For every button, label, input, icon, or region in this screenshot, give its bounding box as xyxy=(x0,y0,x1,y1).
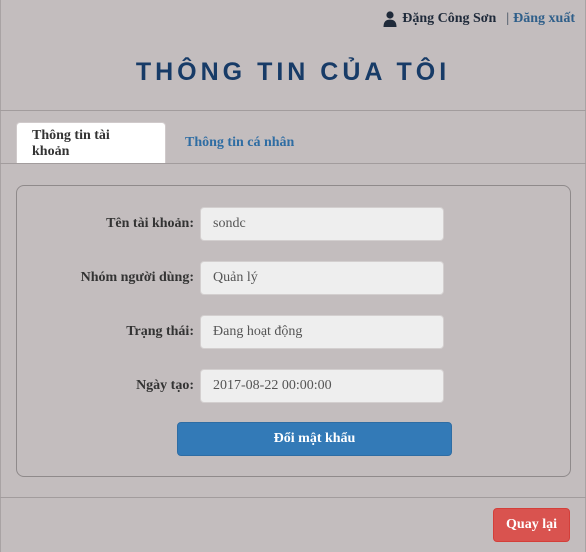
form-row-user-group: Nhóm người dùng: Quản lý xyxy=(17,261,570,295)
tabs-baseline xyxy=(0,163,586,164)
form-row-created-date: Ngày tạo: 2017-08-22 00:00:00 xyxy=(17,369,570,403)
status-field[interactable]: Đang hoạt động xyxy=(200,315,444,349)
back-button[interactable]: Quay lại xyxy=(493,508,570,542)
tab-personal-info[interactable]: Thông tin cá nhân xyxy=(170,122,309,164)
account-info-panel: Tên tài khoản: sondc Nhóm người dùng: Qu… xyxy=(16,185,571,477)
user-icon xyxy=(383,11,397,27)
change-password-button[interactable]: Đổi mật khẩu xyxy=(177,422,452,456)
logout-link[interactable]: Đăng xuất xyxy=(513,11,575,27)
username[interactable]: Đặng Công Sơn xyxy=(402,11,496,27)
form-row-status: Trạng thái: Đang hoạt động xyxy=(17,315,570,349)
footer-divider xyxy=(0,497,586,498)
user-group-field[interactable]: Quản lý xyxy=(200,261,444,295)
user-bar: Đặng Công Sơn | Đăng xuất xyxy=(383,11,575,27)
username-label: Tên tài khoản: xyxy=(106,216,194,231)
status-label: Trạng thái: xyxy=(126,324,194,339)
created-date-label: Ngày tạo: xyxy=(136,378,194,393)
header-divider xyxy=(0,110,586,111)
username-field[interactable]: sondc xyxy=(200,207,444,241)
tab-account-info[interactable]: Thông tin tài khoản xyxy=(16,122,166,164)
header-separator: | xyxy=(506,11,510,26)
page-title: THÔNG TIN CỦA TÔI xyxy=(135,58,451,86)
created-date-field[interactable]: 2017-08-22 00:00:00 xyxy=(200,369,444,403)
form-row-username: Tên tài khoản: sondc xyxy=(17,207,570,241)
user-group-label: Nhóm người dùng: xyxy=(80,270,194,285)
